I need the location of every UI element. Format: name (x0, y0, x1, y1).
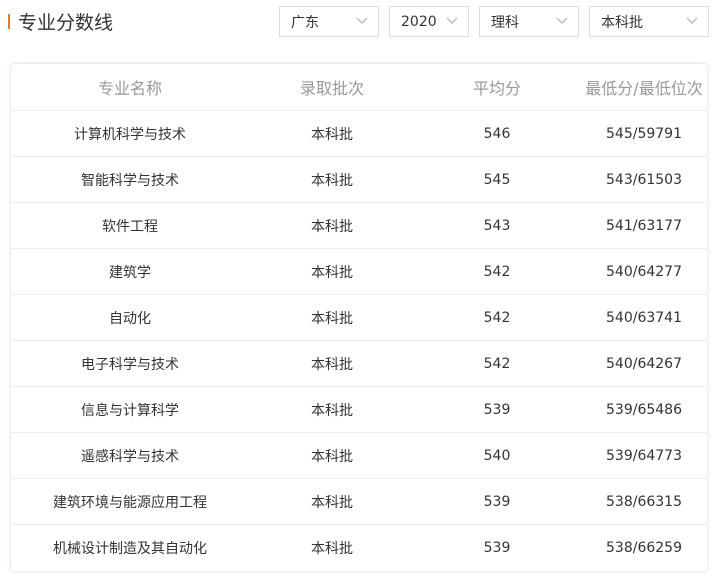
subject-select-value: 理科 (491, 14, 519, 31)
cell-batch: 本科批 (311, 218, 353, 235)
cell-average: 545 (483, 171, 511, 188)
cell-major: 电子科学与技术 (81, 356, 179, 373)
table-row: 机械设计制造及其自动化 本科批 539 538/66259 (11, 525, 707, 571)
header-major: 专业名称 (97, 79, 162, 98)
cell-min-score-rank: 541/63177 (606, 217, 682, 234)
cell-average: 539 (483, 540, 511, 556)
cell-min-score-rank: 539/65486 (606, 401, 682, 418)
cell-min-score-rank: 540/63741 (606, 309, 682, 326)
score-table: 专业名称 录取批次 平均分 最低分/最低位次 计算机科学与技术 本科批 546 … (10, 63, 708, 572)
chevron-down-icon (556, 17, 568, 24)
page: 专业分数线 广东 2020 理科 本科批 专业名称 录取批次 平均分 最低分/最… (0, 0, 719, 579)
cell-average: 542 (483, 309, 511, 326)
cell-average: 546 (483, 125, 511, 142)
cell-average: 539 (483, 493, 511, 510)
cell-major: 机械设计制造及其自动化 (53, 541, 207, 557)
header-min-score-rank: 最低分/最低位次 (585, 79, 703, 98)
cell-min-score-rank: 540/64277 (606, 263, 682, 280)
cell-major: 自动化 (109, 310, 151, 327)
cell-major: 软件工程 (102, 218, 158, 235)
cell-average: 542 (483, 355, 511, 372)
batch-select-value: 本科批 (601, 14, 643, 31)
table-row: 智能科学与技术 本科批 545 543/61503 (11, 157, 707, 203)
cell-major: 建筑环境与能源应用工程 (53, 494, 207, 511)
cell-major: 计算机科学与技术 (74, 126, 186, 143)
table-row: 软件工程 本科批 543 541/63177 (11, 203, 707, 249)
table-row: 信息与计算科学 本科批 539 539/65486 (11, 387, 707, 433)
chevron-down-icon (686, 17, 698, 24)
cell-major: 信息与计算科学 (81, 402, 179, 419)
title-accent-bar (8, 14, 10, 29)
table-row: 自动化 本科批 542 540/63741 (11, 295, 707, 341)
cell-batch: 本科批 (311, 356, 353, 373)
table-row: 遥感科学与技术 本科批 540 539/64773 (11, 433, 707, 479)
table-row: 计算机科学与技术 本科批 546 545/59791 (11, 111, 707, 157)
cell-batch: 本科批 (311, 310, 353, 327)
cell-average: 543 (483, 217, 511, 234)
cell-average: 539 (483, 401, 511, 418)
table-row: 电子科学与技术 本科批 542 540/64267 (11, 341, 707, 387)
year-select-value: 2020 (401, 13, 437, 30)
cell-average: 540 (483, 447, 511, 464)
cell-min-score-rank: 545/59791 (606, 125, 682, 142)
table-header-row: 专业名称 录取批次 平均分 最低分/最低位次 (11, 64, 707, 111)
header-average: 平均分 (472, 79, 521, 98)
cell-batch: 本科批 (311, 402, 353, 419)
table-row: 建筑环境与能源应用工程 本科批 539 538/66315 (11, 479, 707, 525)
cell-major: 遥感科学与技术 (81, 448, 179, 465)
page-title: 专业分数线 (18, 12, 114, 34)
batch-select[interactable]: 本科批 (589, 6, 709, 37)
cell-batch: 本科批 (311, 264, 353, 281)
title-bar: 专业分数线 (8, 8, 113, 35)
cell-min-score-rank: 543/61503 (606, 171, 682, 188)
cell-batch: 本科批 (311, 172, 353, 189)
cell-min-score-rank: 538/66259 (606, 540, 682, 556)
table-row: 建筑学 本科批 542 540/64277 (11, 249, 707, 295)
cell-batch: 本科批 (311, 448, 353, 465)
year-select[interactable]: 2020 (389, 6, 469, 37)
header-batch: 录取批次 (299, 79, 364, 98)
province-select-value: 广东 (291, 14, 319, 31)
province-select[interactable]: 广东 (279, 6, 379, 37)
cell-min-score-rank: 538/66315 (606, 493, 682, 510)
cell-major: 智能科学与技术 (81, 172, 179, 189)
cell-batch: 本科批 (311, 126, 353, 143)
cell-min-score-rank: 539/64773 (606, 447, 682, 464)
cell-major: 建筑学 (109, 264, 151, 281)
cell-min-score-rank: 540/64267 (606, 355, 682, 372)
cell-average: 542 (483, 263, 511, 280)
chevron-down-icon (356, 17, 368, 24)
cell-batch: 本科批 (311, 541, 353, 557)
chevron-down-icon (446, 17, 458, 24)
cell-batch: 本科批 (311, 494, 353, 511)
subject-select[interactable]: 理科 (479, 6, 579, 37)
